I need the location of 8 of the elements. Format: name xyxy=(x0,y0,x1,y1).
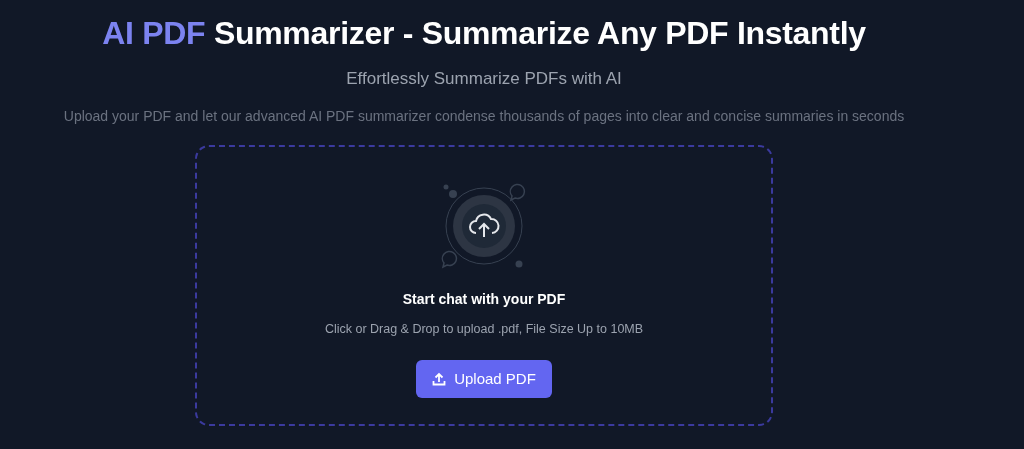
upload-dropzone[interactable]: Start chat with your PDF Click or Drag & Drop to upload .pdf, File Size Up to 10MB Upload PDF xyxy=(195,144,773,426)
subtitle: Effortlessly Summarize PDFs with AI xyxy=(346,68,622,91)
description: Upload your PDF and let our advanced AI PDF summarizer condense thousands of pages into clear and concise summaries in seconds xyxy=(63,106,905,126)
upload-icon xyxy=(432,371,447,386)
upload-button[interactable]: Upload PDF xyxy=(416,359,552,399)
upload-hint: Click or Drag & Drop to upload .pdf, File Size Up to 10MB xyxy=(324,320,644,338)
page-heading: AI PDF Summarizer - Summarize Any PDF Instantly xyxy=(102,14,866,53)
dropzone-title: Start chat with your PDF xyxy=(402,289,566,309)
